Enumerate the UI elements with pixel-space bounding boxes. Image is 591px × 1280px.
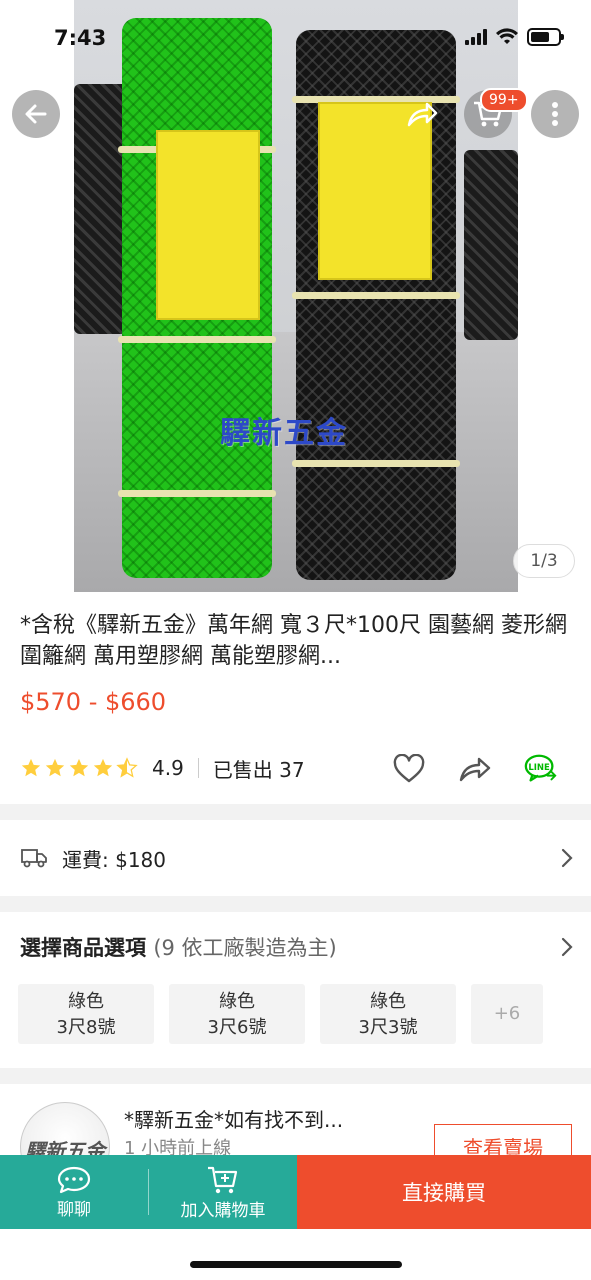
- share-icon: [407, 102, 438, 127]
- line-app-icon: LINE: [524, 754, 557, 782]
- shop-section: 驛新五金 *驛新五金*如有找不到... 1 小時前上線 查看賣場: [0, 1084, 591, 1164]
- home-indicator[interactable]: [190, 1261, 402, 1268]
- product-photo: 驛新五金: [74, 0, 518, 592]
- option-chip[interactable]: 綠色 3尺6號: [169, 984, 305, 1044]
- svg-text:LINE: LINE: [528, 763, 550, 773]
- more-vertical-icon: [552, 102, 558, 126]
- star-icon: [69, 758, 89, 777]
- watermark-text: 驛新五金: [220, 416, 348, 451]
- add-to-cart-button[interactable]: 加入購物車: [149, 1155, 297, 1229]
- sold-count: 已售出 37: [212, 757, 305, 782]
- favorite-button[interactable]: [391, 752, 427, 786]
- star-icon: [21, 758, 41, 777]
- truck-icon: [21, 849, 47, 868]
- rating-value: 4.9: [152, 756, 184, 780]
- product-price: $570 - $660: [20, 688, 167, 716]
- share-icon: [459, 757, 491, 782]
- more-options-chip[interactable]: +6: [471, 984, 543, 1044]
- cart-count-badge: 99+: [480, 88, 528, 112]
- more-options-button[interactable]: [531, 90, 579, 138]
- rating-row[interactable]: 4.9 已售出 37: [20, 752, 305, 784]
- heart-icon: [393, 754, 425, 783]
- options-title: 選擇商品選項: [20, 936, 146, 960]
- product-title: *含稅《驛新五金》萬年網 寬３尺*100尺 園藝網 菱形網 圍籬網 萬用塑膠網 …: [20, 613, 567, 669]
- status-time: 7:43: [54, 26, 107, 50]
- shipping-fee: 運費: $180: [62, 847, 166, 872]
- options-subtitle: (9 依工廠製造為主): [153, 936, 337, 960]
- chevron-right-icon[interactable]: [561, 937, 573, 957]
- options-header[interactable]: 選擇商品選項 (9 依工廠製造為主): [20, 932, 337, 962]
- shop-name[interactable]: *驛新五金*如有找不到...: [124, 1104, 343, 1133]
- status-bar: 7:43: [0, 0, 591, 70]
- star-icon: [45, 758, 65, 777]
- buy-now-button[interactable]: 直接購買: [297, 1155, 591, 1229]
- rating-stars: [20, 757, 138, 779]
- signal-icon: [465, 29, 487, 45]
- star-half-icon: [116, 757, 138, 778]
- option-chip[interactable]: 綠色 3尺8號: [18, 984, 154, 1044]
- chat-button[interactable]: 聊聊: [0, 1155, 148, 1229]
- add-cart-label: 加入購物車: [180, 1200, 266, 1221]
- image-page-indicator: 1/3: [513, 544, 575, 578]
- star-icon: [93, 758, 113, 777]
- add-cart-icon: [208, 1166, 238, 1193]
- chat-label: 聊聊: [57, 1199, 91, 1220]
- green-mesh-roll: [118, 18, 276, 578]
- option-chip[interactable]: 綠色 3尺3號: [320, 984, 456, 1044]
- chevron-right-icon: [561, 848, 573, 868]
- bottom-action-bar: 聊聊 加入購物車 直接購買: [0, 1155, 591, 1229]
- battery-icon: [527, 28, 564, 46]
- back-button[interactable]: [12, 90, 60, 138]
- share-top-button[interactable]: [398, 90, 446, 138]
- share-button[interactable]: [457, 752, 493, 786]
- wifi-icon: [496, 28, 518, 44]
- arrow-left-icon: [25, 104, 47, 124]
- line-share-button[interactable]: LINE: [523, 752, 559, 786]
- shipping-row[interactable]: 運費: $180: [0, 832, 591, 884]
- chat-icon: [57, 1166, 91, 1193]
